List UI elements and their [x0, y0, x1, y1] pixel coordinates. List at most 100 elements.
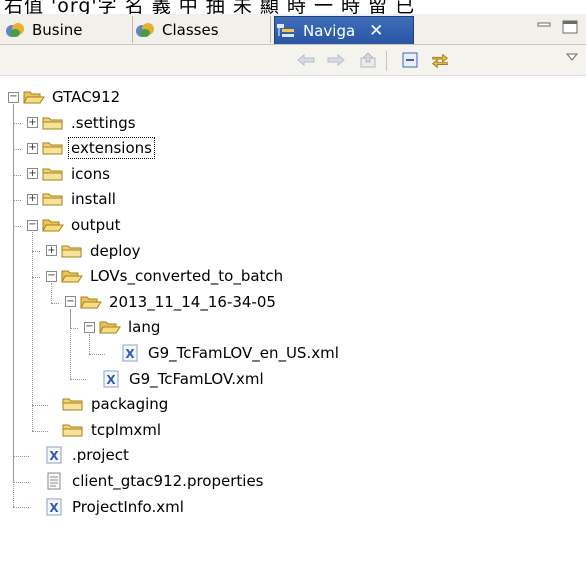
tree-connector [13, 149, 21, 150]
view-tab-bar: Busine Classes Naviga ✕ [0, 14, 586, 45]
folder-icon [62, 421, 84, 439]
toolbar-separator [386, 51, 387, 71]
navigator-tree: − GTAC912 + .settings + extensions + icons + inst… [0, 75, 586, 574]
go-up-icon[interactable] [358, 50, 378, 70]
expand-icon[interactable]: + [46, 245, 57, 257]
collapse-icon[interactable]: − [84, 321, 95, 333]
tab-classes[interactable]: Classes [134, 16, 271, 43]
tree-connector [32, 277, 40, 278]
tree-connector [32, 405, 48, 406]
tree-item[interactable]: − LOVs_converted_to_batch [46, 264, 285, 288]
caption-text: 右值 'org'字 名 義 中 抽 未 顯 時 一 時 留 已 [4, 0, 416, 14]
collapse-icon[interactable]: − [8, 91, 19, 103]
tree-connector [70, 328, 78, 330]
collapse-icon[interactable]: − [27, 219, 38, 231]
tree-item-label: output [71, 216, 121, 234]
tree-item[interactable]: + extensions [27, 136, 155, 160]
tree-connector [13, 103, 14, 508]
tree-item[interactable]: − 2013_11_14_16-34-05 [65, 290, 278, 314]
folder-open-icon [23, 88, 45, 106]
collapse-icon[interactable]: − [65, 296, 76, 308]
navigator-toolbar [0, 45, 586, 76]
close-tab-icon[interactable]: ✕ [369, 21, 383, 41]
tree-connector [13, 174, 21, 176]
xml-file-icon: X [43, 446, 65, 464]
tree-item-label: extensions [68, 137, 155, 160]
tree-item[interactable]: + deploy [46, 239, 143, 263]
tree-item-label: G9_TcFamLOV_en_US.xml [148, 344, 339, 362]
xml-file-icon: X [100, 370, 122, 388]
tree-item-label: icons [71, 164, 110, 183]
tree-item-label: G9_TcFamLOV.xml [129, 369, 264, 388]
expand-icon[interactable]: + [27, 193, 38, 205]
tree-item[interactable]: + icons [27, 162, 112, 186]
tree-item-label: deploy [90, 241, 141, 260]
expand-icon[interactable]: + [27, 117, 38, 129]
folder-open-icon [61, 267, 83, 285]
xml-file-icon: X [43, 498, 65, 516]
tree-connector [32, 430, 48, 432]
link-with-editor-icon[interactable] [430, 50, 450, 70]
tree-connector [13, 456, 29, 458]
tree-item[interactable]: + .settings [27, 111, 138, 135]
tree-connector [70, 308, 71, 380]
tree-connector [32, 231, 33, 431]
tree-connector [13, 225, 21, 227]
caption-strip: 右值 'org'字 名 義 中 抽 未 顯 時 一 時 留 已 [0, 0, 586, 14]
svg-text:X: X [106, 373, 116, 387]
tree-item[interactable]: − output [27, 213, 122, 237]
business-objects-icon [4, 21, 26, 39]
tab-navigator[interactable]: Naviga ✕ [274, 16, 414, 44]
tree-item-label: 2013_11_14_16-34-05 [109, 292, 276, 311]
svg-text:X: X [49, 501, 59, 515]
tree-item-label: GTAC912 [52, 88, 121, 106]
tree-item-label: LOVs_converted_to_batch [90, 267, 284, 286]
tab-label: Busine [32, 20, 83, 39]
tree-item[interactable]: X ProjectInfo.xml [43, 495, 186, 519]
classes-icon [134, 21, 156, 39]
tree-item-label: lang [128, 318, 161, 337]
back-arrow-icon[interactable] [296, 50, 316, 70]
tree-connector [51, 302, 59, 304]
folder-icon [42, 139, 64, 157]
tree-connector [89, 353, 105, 355]
tree-item-label: install [71, 190, 116, 209]
collapse-all-icon[interactable] [400, 50, 420, 70]
tree-item-label: .project [72, 446, 129, 465]
forward-arrow-icon[interactable] [326, 50, 346, 70]
tab-business-objects[interactable]: Busine [4, 16, 133, 43]
folder-icon [42, 190, 64, 208]
xml-file-icon: X [119, 344, 141, 362]
tree-connector [13, 481, 29, 483]
tree-connector [13, 200, 21, 202]
expand-icon[interactable]: + [27, 168, 38, 180]
tree-item-label: ProjectInfo.xml [72, 497, 184, 516]
tree-item[interactable]: tcplmxml [62, 418, 163, 442]
tree-item-label: client_gtac912.properties [72, 472, 264, 490]
tree-connector [70, 379, 86, 381]
expand-icon[interactable]: + [27, 142, 38, 154]
tree-item[interactable]: client_gtac912.properties [43, 469, 265, 493]
tree-item-label: .settings [71, 113, 136, 132]
tree-item[interactable]: + install [27, 187, 118, 211]
tab-label: Naviga [303, 21, 356, 40]
tree-item[interactable]: − GTAC912 [8, 85, 122, 109]
tree-item[interactable]: − lang [84, 315, 162, 339]
collapse-icon[interactable]: − [46, 270, 57, 282]
tree-item[interactable]: X .project [43, 443, 131, 467]
tree-item[interactable]: packaging [62, 392, 170, 416]
folder-open-icon [42, 216, 64, 234]
tab-label: Classes [162, 20, 219, 39]
minimize-view-icon[interactable] [534, 18, 554, 36]
tree-item[interactable]: X G9_TcFamLOV.xml [100, 367, 266, 391]
folder-icon [42, 114, 64, 132]
tree-item-label: tcplmxml [91, 420, 162, 439]
tree-item[interactable]: X G9_TcFamLOV_en_US.xml [119, 341, 341, 365]
navigator-icon [275, 22, 297, 40]
tree-connector [32, 251, 40, 253]
view-menu-icon[interactable] [562, 47, 582, 67]
svg-text:X: X [125, 347, 135, 361]
maximize-view-icon[interactable] [560, 18, 580, 36]
text-file-icon [43, 472, 65, 490]
folder-icon [62, 395, 84, 413]
